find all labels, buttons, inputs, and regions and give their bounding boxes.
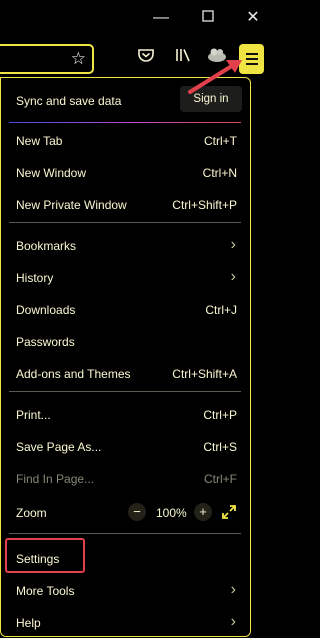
menu-item-label: Passwords: [16, 335, 75, 349]
menu-item-shortcut: Ctrl+J: [205, 303, 237, 317]
menu-item-label: Settings: [16, 552, 60, 566]
fullscreen-button[interactable]: [220, 503, 238, 521]
maximize-icon: [202, 10, 214, 22]
menu-item-new-tab[interactable]: New Tab Ctrl+T: [1, 124, 250, 156]
menu-item-find-in-page: Find In Page... Ctrl+F: [1, 462, 250, 494]
menu-item-label: Print...: [16, 408, 51, 422]
menu-item-label: Save Page As...: [16, 440, 102, 454]
menu-item-label: Help: [16, 616, 41, 630]
menu-item-label: Bookmarks: [16, 239, 77, 253]
chevron-right-icon: ›: [230, 236, 236, 253]
menu-item-label: New Window: [16, 166, 87, 180]
navigation-toolbar: ☆: [0, 40, 264, 78]
menu-item-help[interactable]: Help ›: [1, 606, 250, 638]
menu-item-settings[interactable]: Settings: [1, 542, 250, 574]
chevron-right-icon: ›: [230, 268, 236, 285]
url-bar[interactable]: ☆: [0, 44, 94, 74]
zoom-level[interactable]: 100%: [156, 506, 187, 520]
minimize-button[interactable]: —: [151, 8, 171, 28]
menu-item-shortcut: Ctrl+F: [204, 472, 237, 486]
pocket-button[interactable]: [133, 46, 159, 72]
menu-item-label: Find In Page...: [16, 472, 95, 486]
chevron-right-icon: ›: [230, 613, 236, 630]
separator: [9, 122, 241, 123]
menu-item-shortcut: Ctrl+P: [203, 408, 237, 422]
menu-item-zoom: Zoom − 100% +: [1, 496, 250, 528]
menu-item-save-page[interactable]: Save Page As... Ctrl+S: [1, 430, 250, 462]
menu-item-shortcut: Ctrl+Shift+P: [172, 198, 237, 212]
menu-item-shortcut: Ctrl+Shift+A: [172, 367, 237, 381]
app-menu-button[interactable]: [239, 44, 264, 74]
menu-item-label: Add-ons and Themes: [16, 367, 131, 381]
separator: [9, 391, 241, 392]
menu-item-label: More Tools: [16, 584, 75, 598]
chevron-right-icon: ›: [230, 581, 236, 598]
separator: [9, 533, 241, 534]
menu-item-history[interactable]: History ›: [1, 261, 250, 293]
menu-item-more-tools[interactable]: More Tools ›: [1, 574, 250, 606]
separator: [9, 222, 241, 223]
menu-item-label: Zoom: [16, 506, 47, 520]
sign-in-button[interactable]: Sign in: [180, 86, 242, 112]
menu-item-downloads[interactable]: Downloads Ctrl+J: [1, 293, 250, 325]
hamburger-icon-line: [246, 63, 258, 65]
title-bar: — ✕: [0, 0, 264, 36]
menu-item-label: New Tab: [16, 134, 63, 148]
hamburger-icon-line: [246, 58, 258, 60]
sync-label: Sync and save data: [16, 94, 122, 108]
hamburger-icon: [246, 53, 258, 55]
menu-item-shortcut: Ctrl+S: [203, 440, 237, 454]
pocket-icon: [138, 49, 154, 62]
extension-icon: [208, 48, 226, 62]
zoom-in-button[interactable]: +: [194, 503, 212, 521]
library-icon: [176, 49, 190, 62]
fullscreen-icon: [222, 505, 236, 519]
menu-item-new-private-window[interactable]: New Private Window Ctrl+Shift+P: [1, 188, 250, 220]
menu-item-label: Downloads: [16, 303, 76, 317]
maximize-button[interactable]: [198, 8, 218, 28]
zoom-controls: − 100% +: [128, 501, 238, 523]
menu-item-label: History: [16, 271, 54, 285]
menu-item-label: New Private Window: [16, 198, 127, 212]
menu-item-shortcut: Ctrl+N: [202, 166, 237, 180]
menu-item-addons[interactable]: Add-ons and Themes Ctrl+Shift+A: [1, 357, 250, 389]
menu-item-passwords[interactable]: Passwords: [1, 325, 250, 357]
menu-item-new-window[interactable]: New Window Ctrl+N: [1, 156, 250, 188]
library-button[interactable]: [170, 46, 196, 72]
menu-item-shortcut: Ctrl+T: [204, 134, 237, 148]
menu-item-print[interactable]: Print... Ctrl+P: [1, 398, 250, 430]
sync-row: Sync and save data Sign in: [16, 78, 242, 122]
extension-button[interactable]: [204, 46, 230, 72]
menu-item-bookmarks[interactable]: Bookmarks ›: [1, 229, 250, 261]
bookmark-star-icon[interactable]: ☆: [71, 49, 86, 69]
close-button[interactable]: ✕: [243, 8, 263, 28]
zoom-out-button[interactable]: −: [128, 503, 146, 521]
app-menu-panel: Sync and save data Sign in New Tab Ctrl+…: [0, 77, 251, 637]
